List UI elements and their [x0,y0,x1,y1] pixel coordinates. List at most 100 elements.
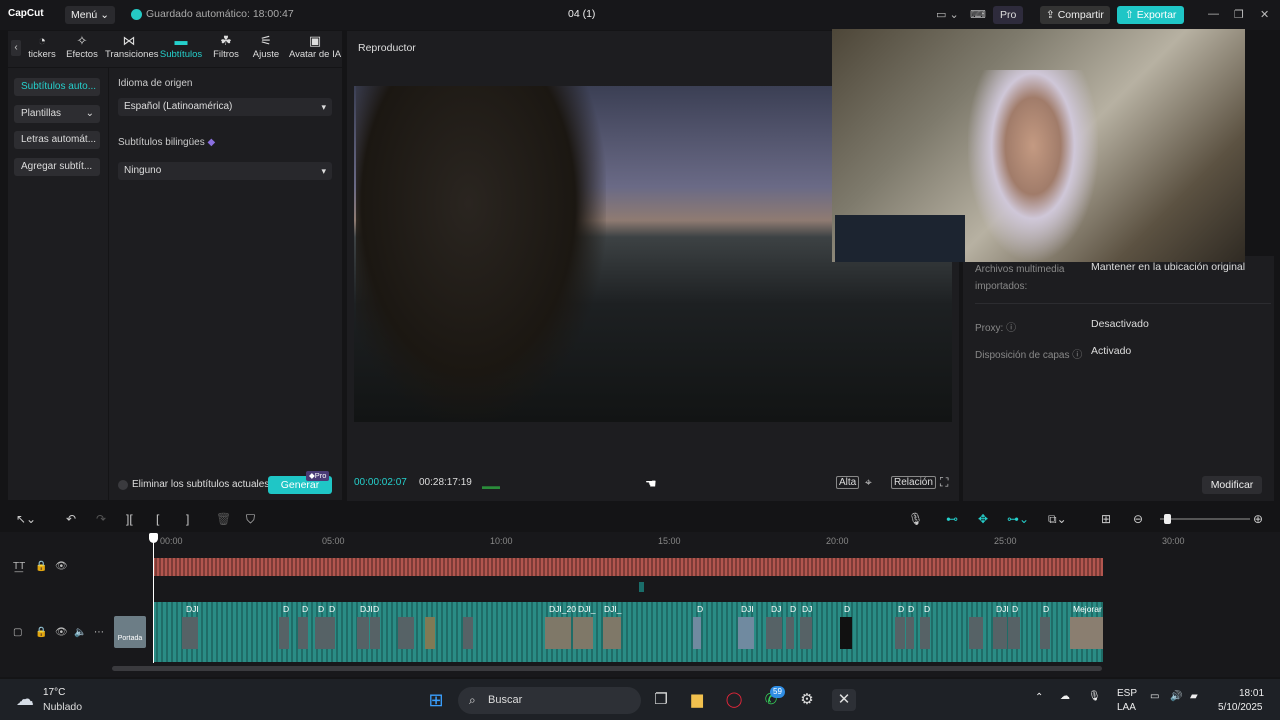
select-tool-icon[interactable]: ↖⌄ [16,512,36,526]
eye-icon[interactable]: 👁 [55,627,68,638]
clip-label: D [329,604,336,614]
marker-icon[interactable]: ⛉ [246,512,255,527]
zoom-in-icon[interactable]: ⊕ [1253,512,1263,526]
cursor-hand-icon: ☚ [645,476,657,491]
clip-thumbnail [357,617,369,649]
webcam-person [968,70,1098,260]
mic-tray-icon[interactable]: 🎙 [1088,691,1101,702]
tab-adjust[interactable]: ⚟ Ajuste [242,33,290,60]
fullscreen-icon[interactable]: ⛶ [940,475,948,490]
share-label: Compartir [1057,9,1104,21]
timeline-ruler[interactable]: 00:00 05:00 10:00 15:00 20:00 25:00 30:0… [152,536,1280,546]
timeline-scrollbar[interactable] [112,666,1102,671]
ruler-tick: 05:00 [322,536,345,546]
ratio-button[interactable]: Relación [891,476,936,489]
nav-auto-lyrics[interactable]: Letras automát... [14,131,100,149]
shortcuts-icon[interactable]: ⌨ [970,8,986,21]
volume-icon[interactable]: 🔊 [1170,691,1182,702]
subtitle-track[interactable] [153,558,1103,576]
steam-icon[interactable]: ⚙ [795,689,819,711]
zoom-out-icon[interactable]: ⊖ [1133,512,1143,526]
zoom-slider[interactable] [1160,518,1250,520]
export-button[interactable]: ⇧ Exportar [1117,6,1185,24]
fit-timeline-icon[interactable]: ⊞ [1101,512,1111,526]
pro-button[interactable]: Pro [993,6,1024,24]
tab-ai-avatar[interactable]: ▣ Avatar de IA [288,33,342,60]
split-right-icon[interactable]: ] [186,512,189,526]
modify-button[interactable]: Modificar [1202,476,1262,494]
clip-thumbnail [182,617,198,649]
clock-time[interactable]: 18:01 [1239,688,1264,699]
tab-transitions[interactable]: ⋈ Transiciones [105,33,159,60]
nav-templates[interactable]: Plantillas ⌄ [14,105,100,123]
close-icon[interactable]: ✕ [1260,8,1269,21]
network-icon[interactable]: ▭ [1150,691,1159,702]
lock-icon[interactable]: 🔒 [35,627,47,638]
proxy-label-text: Proxy: [975,323,1004,334]
remove-subtitles-checkbox[interactable] [118,480,128,490]
info-icon: ⓘ [1072,350,1083,361]
opera-icon[interactable]: ◯ [722,689,746,711]
onedrive-icon[interactable]: ☁ [1060,691,1070,702]
clip-thumbnail [279,617,289,649]
layout-icon[interactable]: ▭ ⌄ [936,8,959,21]
tab-label: Avatar de IA [288,49,342,60]
lock-icon[interactable]: 🔒 [35,561,47,572]
clip-thumbnail [1040,617,1050,649]
chevron-down-icon: ⌄ [100,9,109,21]
windows-start-icon[interactable]: ⊞ [424,689,448,711]
more-icon[interactable]: ⋯ [94,627,104,638]
task-view-icon[interactable]: ❐ [649,689,673,711]
quality-button[interactable]: Alta [836,476,860,489]
taskbar-search[interactable]: ⌕ Buscar [458,687,641,714]
clip-label: DJ [771,604,782,614]
split-icon[interactable]: ][ [126,512,133,526]
linkage-icon[interactable]: ⊶⌄ [1007,512,1029,526]
maximize-icon[interactable]: ❐ [1234,8,1244,21]
clock-date[interactable]: 5/10/2025 [1218,702,1263,713]
source-language-select[interactable]: Español (Latinoamérica) ▾ [118,98,332,116]
redo-icon[interactable]: ↷ [96,512,106,526]
nav-auto-subtitles[interactable]: Subtítulos auto... [14,78,100,96]
tab-subtitles[interactable]: ▬ Subtítulos [157,33,205,60]
snap-icon[interactable]: ✥ [978,512,988,526]
clip-thumbnail [993,617,1007,649]
language-code[interactable]: ESP [1117,688,1137,699]
bilingual-label-text: Subtítulos bilingües [118,137,205,148]
clip-label: D [697,604,704,614]
file-explorer-icon[interactable]: ▆ [685,689,709,711]
focus-icon[interactable]: ⌖ [865,475,872,490]
tray-expand-icon[interactable]: ⌃ [1035,692,1043,703]
capcut-taskbar-icon[interactable]: ✕ [832,689,856,711]
nav-add-subtitles[interactable]: Agregar subtít... [14,158,100,176]
share-button[interactable]: ⇪ Compartir [1040,6,1110,24]
microphone-icon[interactable]: 🎙 [908,512,923,526]
preview-axis-icon[interactable]: ⧉⌄ [1048,512,1067,527]
zoom-slider-handle[interactable] [1164,514,1171,524]
minimize-icon[interactable]: — [1208,8,1219,20]
undo-icon[interactable]: ↶ [66,512,76,526]
clip-thumbnail [370,617,380,649]
battery-icon[interactable]: ▰ [1190,691,1198,702]
cover-thumbnail[interactable]: Portada [114,616,146,648]
tab-effects[interactable]: ✧ Efectos [58,33,106,60]
clip-thumbnail [1008,617,1020,649]
audio-icon[interactable]: 🔈 [74,627,86,638]
clip-label: DJI [186,604,199,614]
keyboard-layout[interactable]: LAA [1117,702,1136,713]
cloud-icon: ☁ [16,689,34,709]
bilingual-select[interactable]: Ninguno ▾ [118,162,332,180]
split-left-icon[interactable]: [ [156,512,159,526]
clip-thumbnail [800,617,812,649]
main-video-track[interactable] [153,602,1103,662]
playhead-handle[interactable] [149,533,158,543]
delete-icon[interactable]: 🗑 [216,512,231,526]
chevron-down-icon: ⌄ [85,108,94,119]
link-magnet-icon[interactable]: ⊷ [946,512,958,526]
menu-button[interactable]: Menú ⌄ [65,6,115,24]
clip-label: D [283,604,290,614]
clip-thumbnail [920,617,930,649]
eye-icon[interactable]: 👁 [55,561,68,572]
playhead[interactable] [153,533,154,663]
clip-thumbnail [969,617,983,649]
